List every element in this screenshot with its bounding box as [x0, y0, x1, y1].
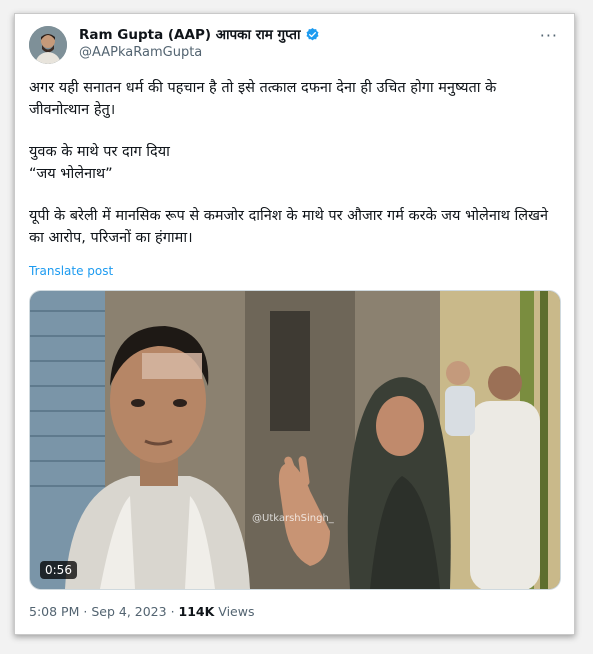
meta-separator: ·: [83, 604, 88, 619]
post-paragraph: अगर यही सनातन धर्म की पहचान है तो इसे तत…: [29, 80, 497, 118]
author-name[interactable]: Ram Gupta (AAP) आपका राम गुप्ता: [79, 25, 301, 43]
video-watermark: @UtkarshSingh_: [252, 513, 334, 524]
post-line: युवक के माथे पर दाग दिया: [29, 144, 170, 160]
author-handle[interactable]: @AAPkaRamGupta: [79, 45, 202, 60]
post-time[interactable]: 5:08 PM: [29, 604, 79, 619]
more-options-icon[interactable]: ···: [540, 26, 558, 45]
views-label: Views: [218, 604, 255, 619]
avatar[interactable]: [29, 26, 67, 64]
post-text: अगर यही सनातन धर्म की पहचान है तो इसे तत…: [29, 78, 559, 249]
post-metadata: 5:08 PM · Sep 4, 2023 · 114K Views: [29, 604, 254, 619]
video-thumbnail: [30, 291, 560, 589]
post-line: “जय भोलेनाथ”: [29, 165, 113, 182]
verified-badge-icon: [306, 27, 318, 40]
translate-post-link[interactable]: Translate post: [29, 264, 113, 278]
post-card[interactable]: Ram Gupta (AAP) आपका राम गुप्ता @AAPkaRa…: [14, 13, 575, 635]
video-duration-badge: 0:56: [40, 561, 77, 579]
post-paragraph: यूपी के बरेली में मानसिक रूप से कमजोर दा…: [29, 208, 549, 246]
video-player[interactable]: @UtkarshSingh_ 0:56: [29, 290, 561, 590]
post-date[interactable]: Sep 4, 2023: [91, 604, 166, 619]
meta-separator: ·: [170, 604, 175, 619]
views-count: 114K: [178, 604, 215, 619]
